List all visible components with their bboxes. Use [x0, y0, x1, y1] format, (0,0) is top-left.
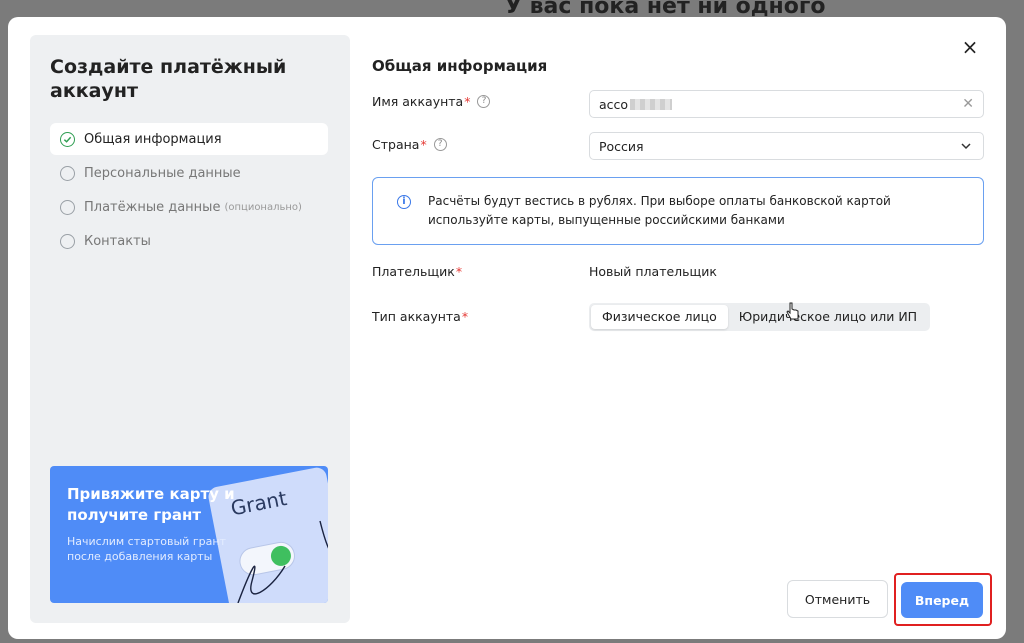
- step-contacts[interactable]: Контакты: [50, 225, 328, 257]
- step-payment-data[interactable]: Платёжные данные (опционально): [50, 191, 328, 223]
- account-type-individual[interactable]: Физическое лицо: [591, 305, 728, 329]
- label-text: Плательщик: [372, 264, 455, 279]
- account-type-switch: Физическое лицо Юридическое лицо или ИП: [589, 303, 931, 331]
- country-select[interactable]: Россия: [589, 132, 984, 160]
- required-mark: *: [420, 137, 427, 152]
- label-text: Тип аккаунта: [372, 309, 461, 324]
- payer-value: Новый плательщик: [589, 264, 717, 279]
- promo-text: Начислим стартовый грант после добавлени…: [67, 535, 226, 563]
- grant-promo-banner[interactable]: Grant Привяжите карту и получите грант Н…: [50, 466, 328, 603]
- step-label: Общая информация: [84, 131, 222, 147]
- radio-empty-icon: [60, 199, 75, 215]
- sidebar-title: Создайте платёжный аккаунт: [50, 56, 287, 102]
- step-optional-note: (опционально): [224, 201, 302, 213]
- clear-icon[interactable]: ✕: [962, 96, 974, 112]
- label-text: Страна: [372, 137, 420, 152]
- signature-icon: [237, 520, 328, 603]
- account-name-field[interactable]: acco ✕: [589, 90, 984, 118]
- create-billing-account-dialog: × Создайте платёжный аккаунт Общая инфор…: [8, 17, 1006, 639]
- info-icon: i: [397, 195, 411, 209]
- country-value: Россия: [599, 138, 644, 154]
- help-icon[interactable]: ?: [477, 95, 491, 108]
- account-name-value: acco: [599, 96, 629, 112]
- wizard-steps: Общая информация Персональные данные Пла…: [50, 123, 328, 259]
- chevron-down-icon: [961, 143, 971, 150]
- step-label: Персональные данные: [84, 165, 241, 181]
- account-type-legal-entity[interactable]: Юридическое лицо или ИП: [728, 305, 928, 329]
- wizard-sidebar: Создайте платёжный аккаунт Общая информа…: [30, 35, 350, 623]
- step-general-info[interactable]: Общая информация: [50, 123, 328, 155]
- help-icon[interactable]: ?: [433, 138, 447, 151]
- form-section-title: Общая информация: [372, 57, 548, 75]
- promo-title: Привяжите карту и получите грант: [67, 485, 235, 524]
- check-icon: [60, 131, 75, 147]
- step-label: Контакты: [84, 233, 151, 249]
- step-label: Платёжные данные: [84, 199, 221, 215]
- next-button[interactable]: Вперед: [901, 582, 983, 618]
- currency-info-notice: i Расчёты будут вестись в рублях. При вы…: [372, 177, 984, 245]
- radio-empty-icon: [60, 165, 75, 181]
- info-text: Расчёты будут вестись в рублях. При выбо…: [428, 194, 891, 227]
- country-label: Страна * ?: [372, 137, 447, 152]
- account-type-label: Тип аккаунта *: [372, 309, 468, 324]
- required-mark: *: [455, 264, 463, 279]
- payer-label: Плательщик *: [372, 264, 462, 279]
- required-mark: *: [461, 309, 469, 324]
- account-name-label: Имя аккаунта * ?: [372, 94, 491, 109]
- cancel-button[interactable]: Отменить: [787, 580, 888, 618]
- redacted-text: [630, 98, 673, 110]
- required-mark: *: [464, 94, 471, 109]
- hand-pointer-icon: [786, 302, 799, 320]
- radio-empty-icon: [60, 233, 75, 249]
- label-text: Имя аккаунта: [372, 94, 464, 109]
- step-personal-data[interactable]: Персональные данные: [50, 157, 328, 189]
- close-icon[interactable]: ×: [959, 36, 981, 58]
